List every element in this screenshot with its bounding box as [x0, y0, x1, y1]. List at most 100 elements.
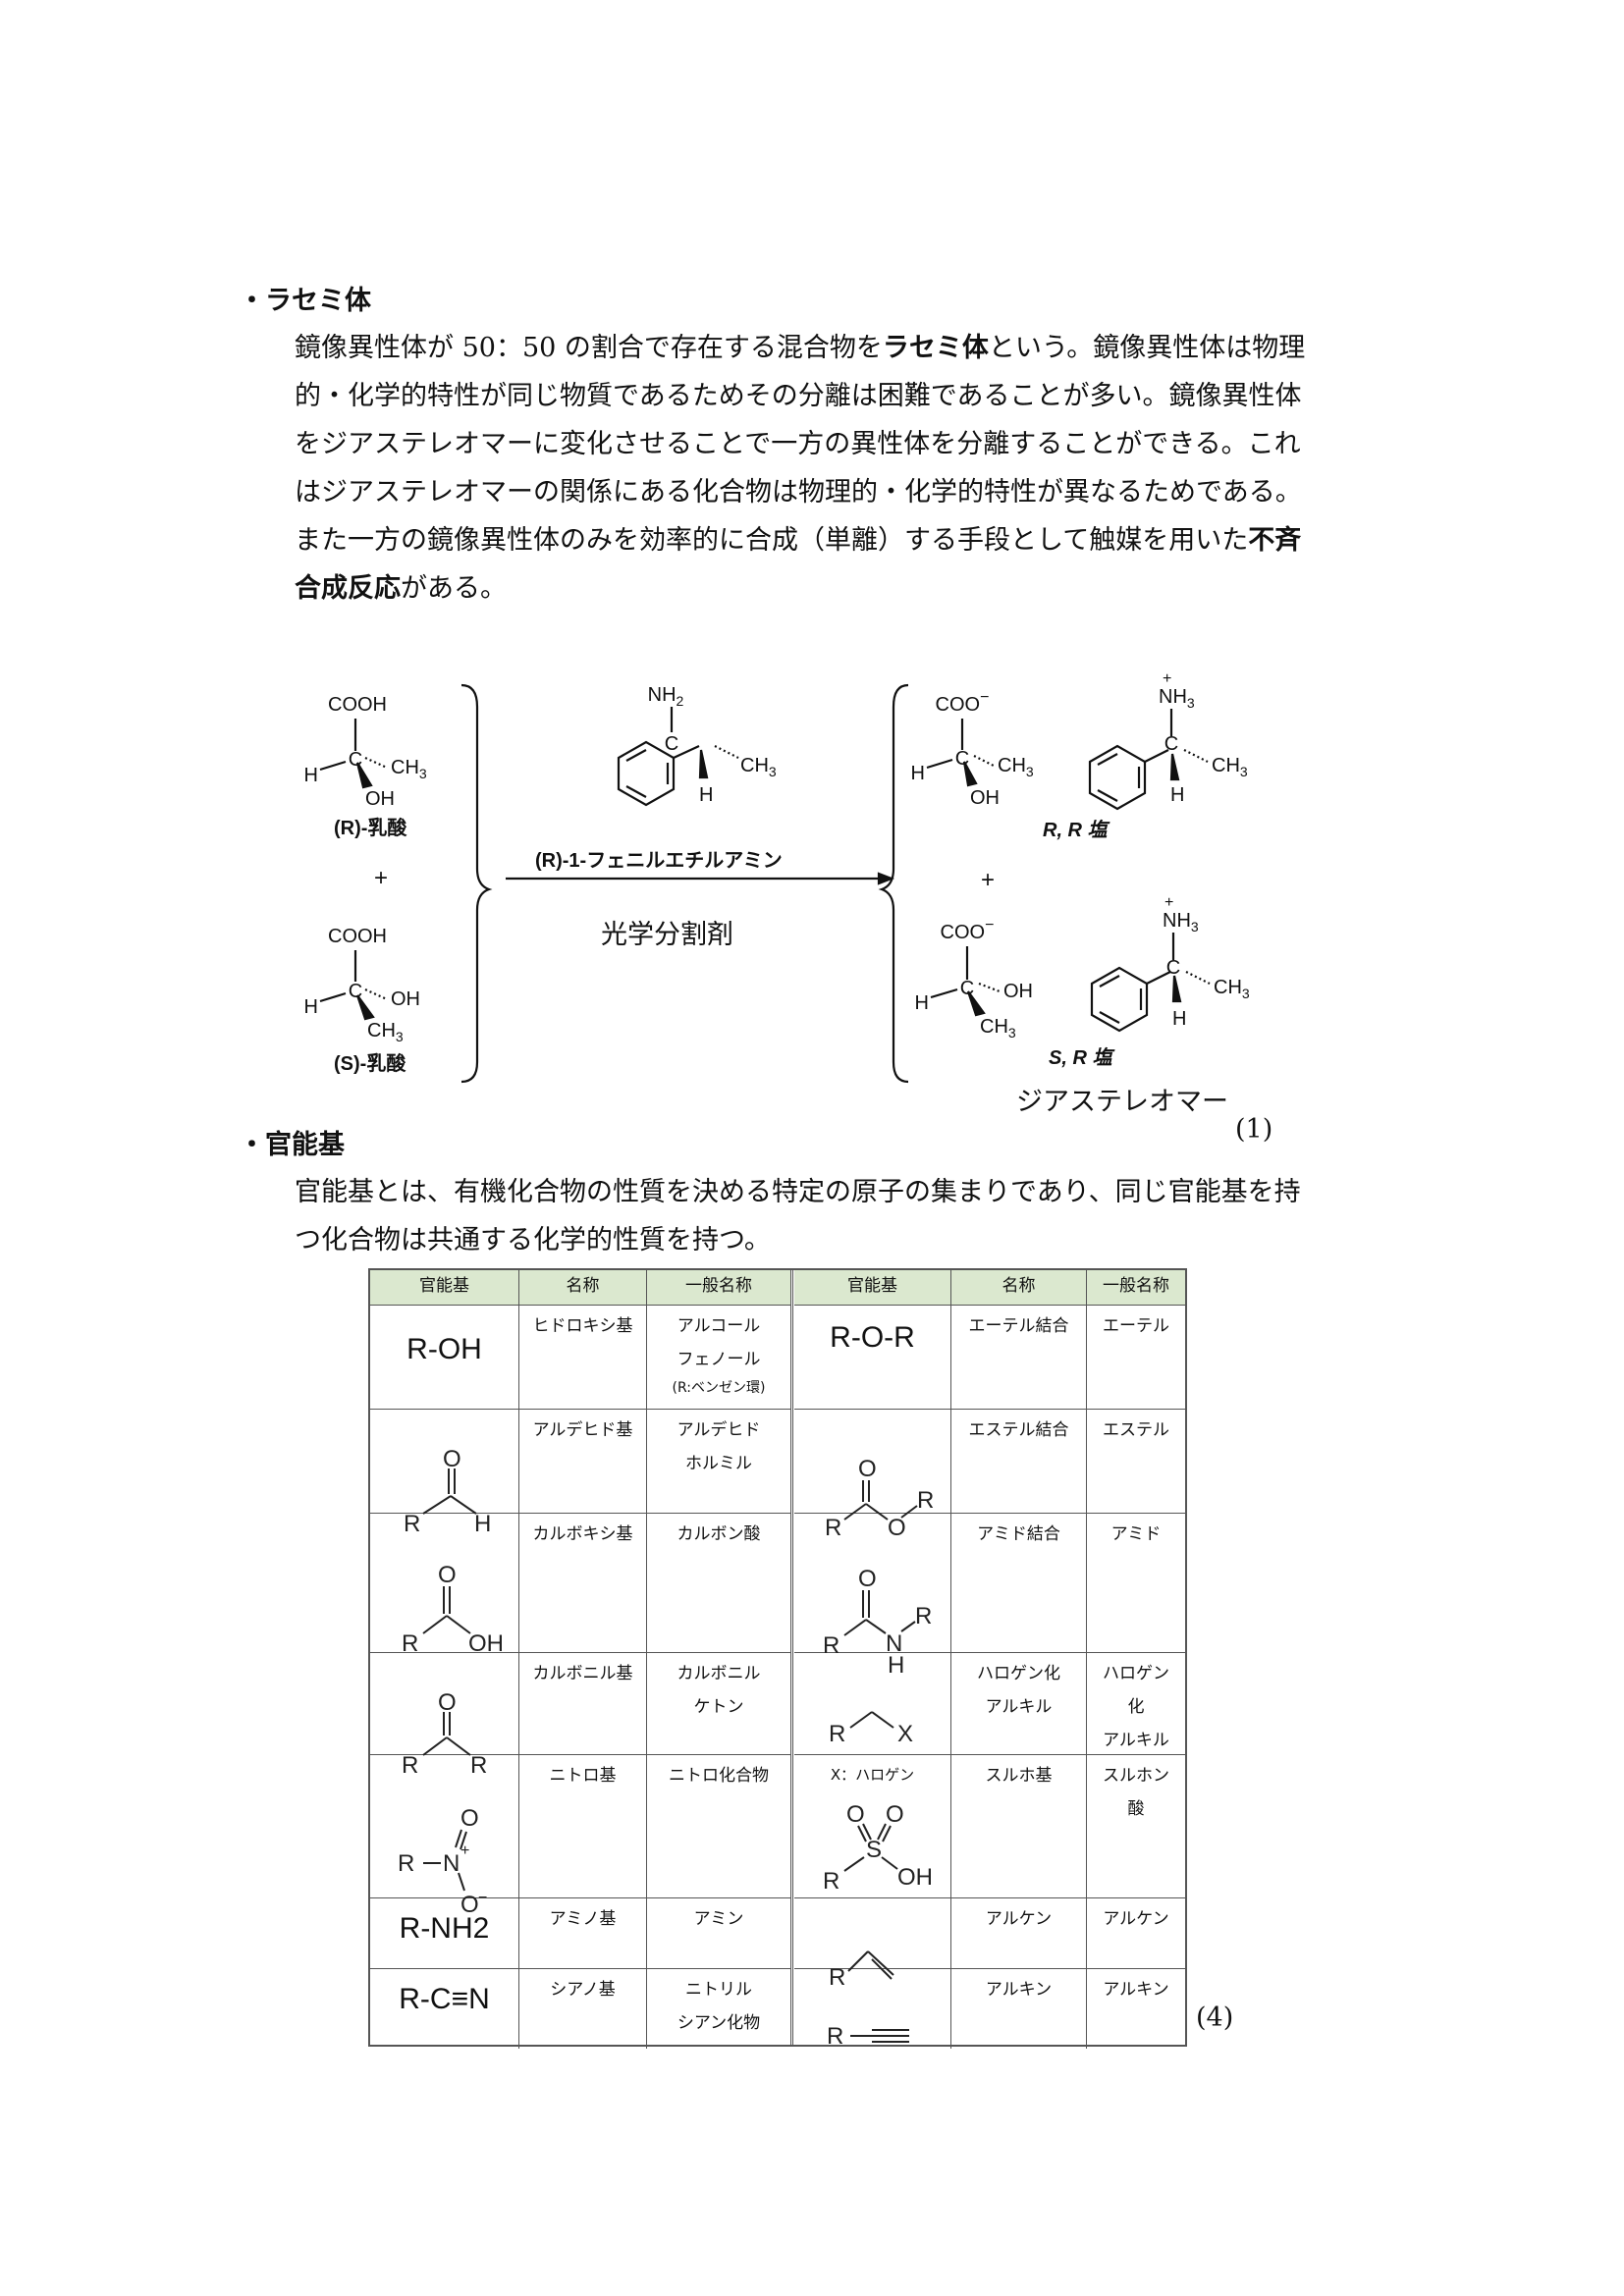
name-cell: アミノ基 [519, 1898, 647, 1968]
name-cell: アルキン [951, 1969, 1087, 2049]
formula-cell: RX X：ハロゲン [794, 1653, 951, 1784]
header-cell: 官能基 [370, 1270, 519, 1305]
name-cell: ニトロ基 [519, 1755, 647, 1897]
formula-cell: R [794, 1969, 951, 2050]
name-cell: アルデヒド基 [519, 1410, 647, 1513]
table-row: O R OH カルボキシ基 カルボン酸 [370, 1514, 790, 1657]
name-cell: エステル結合 [951, 1410, 1087, 1513]
svg-text:CH3: CH3 [367, 1020, 404, 1044]
atom-label: COOH [328, 926, 387, 947]
paragraph-line: 鏡像異性体が 50：50 の割合で存在する混合物をラセミ体という。鏡像異性体は物… [295, 333, 1306, 363]
general-name-cell: アルキン [1103, 1980, 1169, 2000]
svg-text:X: X [897, 1721, 913, 1747]
table-row: R アルキン アルキン [794, 1969, 1185, 2050]
formula-cell: ORNHR [794, 1514, 951, 1679]
svg-text:R: R [823, 1868, 839, 1895]
svg-text:CH3: CH3 [1212, 755, 1248, 779]
formula-cell: R-NH2 [370, 1898, 519, 1968]
section-heading-functional-groups: ・官能基 [239, 1130, 345, 1160]
table-row: ORNHR アミド結合 アミド [794, 1514, 1185, 1679]
table-row: ORR カルボニル基 カルボニル ケトン [370, 1653, 790, 1779]
svg-text:R: R [915, 1603, 932, 1629]
paragraph-line: はジアステレオマーの関係にある化合物は物理的・化学的特性が異なるためである。 [295, 477, 1302, 507]
svg-text:+: + [460, 1842, 469, 1859]
table-row: R アルケン アルケン [794, 1898, 1185, 1991]
table-row: OROR エステル結合 エステル [794, 1410, 1185, 1541]
paragraph-line: つ化合物は共通する化学的性質を持つ。 [295, 1225, 771, 1255]
svg-text:R: R [398, 1850, 414, 1877]
table-row: ORH アルデヒド基 アルデヒド ホルミル [370, 1410, 790, 1537]
atom-label: H [1172, 1008, 1186, 1030]
reference-mark: (1) [1235, 1114, 1273, 1145]
formula-cell: ORH [370, 1410, 519, 1537]
general-name-cell: ニトリル シアン化物 [677, 1980, 761, 2033]
atom-label: C [665, 733, 678, 755]
name-cell: スルホ基 [951, 1755, 1087, 1897]
general-name-cell: カルボン酸 [677, 1524, 761, 1544]
paragraph-line: 的・化学的特性が同じ物質であるためその分離は困難であることが多い。鏡像異性体 [295, 381, 1302, 411]
table-row: R-OH ヒドロキシ基 アルコール フェノール (R:ベンゼン環) [370, 1306, 790, 1410]
header-cell: 名称 [951, 1270, 1087, 1305]
atom-label: OH [1003, 981, 1033, 1002]
general-name-cell: アルデヒド ホルミル [677, 1420, 761, 1473]
reagent-label: (R)-1-フェニルエチルアミン [535, 850, 783, 872]
svg-text:R: R [827, 2023, 843, 2050]
functional-group-table: 官能基 名称 一般名称 R-OH ヒドロキシ基 アルコール フェノール (R:ベン… [368, 1268, 1187, 2050]
svg-text:O: O [460, 1805, 479, 1832]
general-name-cell: エーテル [1103, 1316, 1169, 1336]
s-lactic-label: (S)-乳酸 [334, 1051, 406, 1075]
atom-label: C [349, 749, 362, 771]
svg-text:O: O [846, 1801, 865, 1828]
svg-text:R: R [917, 1487, 934, 1514]
general-name-cell: エステル [1103, 1420, 1169, 1440]
paragraph-line: また一方の鏡像異性体のみを効率的に合成（単離）する手段として触媒を用いた不斉 [295, 525, 1302, 556]
resolving-agent-caption: 光学分割剤 [601, 920, 733, 950]
formula-cell: O O S R OH [794, 1755, 951, 1897]
charge-label: + [1163, 670, 1171, 687]
atom-label: COOH [328, 694, 387, 716]
r-lactic-label: (R)-乳酸 [334, 816, 407, 839]
atom-label: C [1164, 733, 1178, 755]
charge-label: + [1164, 894, 1173, 911]
table-row: R-NH2 アミノ基 アミン [370, 1898, 790, 1969]
table-row: R-C≡N シアノ基 ニトリル シアン化物 [370, 1969, 790, 2049]
atom-label: H [699, 784, 713, 806]
svg-text:S: S [866, 1837, 882, 1863]
formula-cell: ORR [370, 1653, 519, 1779]
formula-cell: R-OH [370, 1306, 519, 1409]
svg-text:CH3: CH3 [998, 755, 1034, 779]
plus-sign: + [981, 867, 995, 893]
general-name-cell: カルボニル ケトン [677, 1664, 761, 1717]
paragraph-line: 官能基とは、有機化合物の性質を決める特定の原子の集まりであり、同じ官能基を持 [295, 1177, 1301, 1207]
svg-text:COO−: COO− [941, 917, 995, 943]
racemate-paragraph: 鏡像異性体が 50：50 の割合で存在する混合物をラセミ体という。鏡像異性体は物… [295, 324, 1399, 613]
paragraph-line: 合成反応がある。 [295, 573, 507, 604]
name-cell: カルボニル基 [519, 1653, 647, 1754]
svg-text:OH: OH [897, 1864, 933, 1891]
atom-label: C [349, 981, 362, 1002]
formula-cell: R-C≡N [370, 1969, 519, 2049]
svg-text:CH3: CH3 [740, 755, 777, 779]
atom-label: H [911, 763, 925, 784]
alkyl-halide-structure: RX [829, 1711, 913, 1747]
atom-label: C [1166, 957, 1180, 979]
table-row: RX X：ハロゲン ハロゲン化 アルキル ハロゲン 化 アルキル [794, 1653, 1185, 1784]
table-row: R-O-R エーテル結合 エーテル [794, 1306, 1185, 1410]
atom-label: OH [970, 787, 1000, 809]
optical-resolution-scheme: COOH C H CH3 OH COOH C H OH CH3 NH2 C CH… [304, 670, 1250, 1084]
table-header-row: 官能基 名称 一般名称 [794, 1270, 1185, 1306]
header-cell: 一般名称 [647, 1270, 790, 1305]
name-cell: シアノ基 [519, 1969, 647, 2049]
atom-label: C [955, 748, 969, 770]
sulfonic-acid-structure: O OS R OH [823, 1801, 933, 1895]
table-header-row: 官能基 名称 一般名称 [370, 1270, 790, 1306]
name-cell: ハロゲン化 アルキル [951, 1653, 1087, 1754]
atom-label: C [960, 978, 974, 999]
functional-groups-paragraph: 官能基とは、有機化合物の性質を決める特定の原子の集まりであり、同じ官能基を持 つ… [295, 1168, 1399, 1264]
general-name-cell: ハロゲン 化 アルキル [1103, 1664, 1169, 1750]
svg-text:O: O [858, 1456, 877, 1482]
header-cell: 名称 [519, 1270, 647, 1305]
atom-label: H [304, 765, 318, 786]
svg-text:COO−: COO− [936, 689, 990, 716]
rr-salt-label: R, R 塩 [1043, 819, 1111, 841]
